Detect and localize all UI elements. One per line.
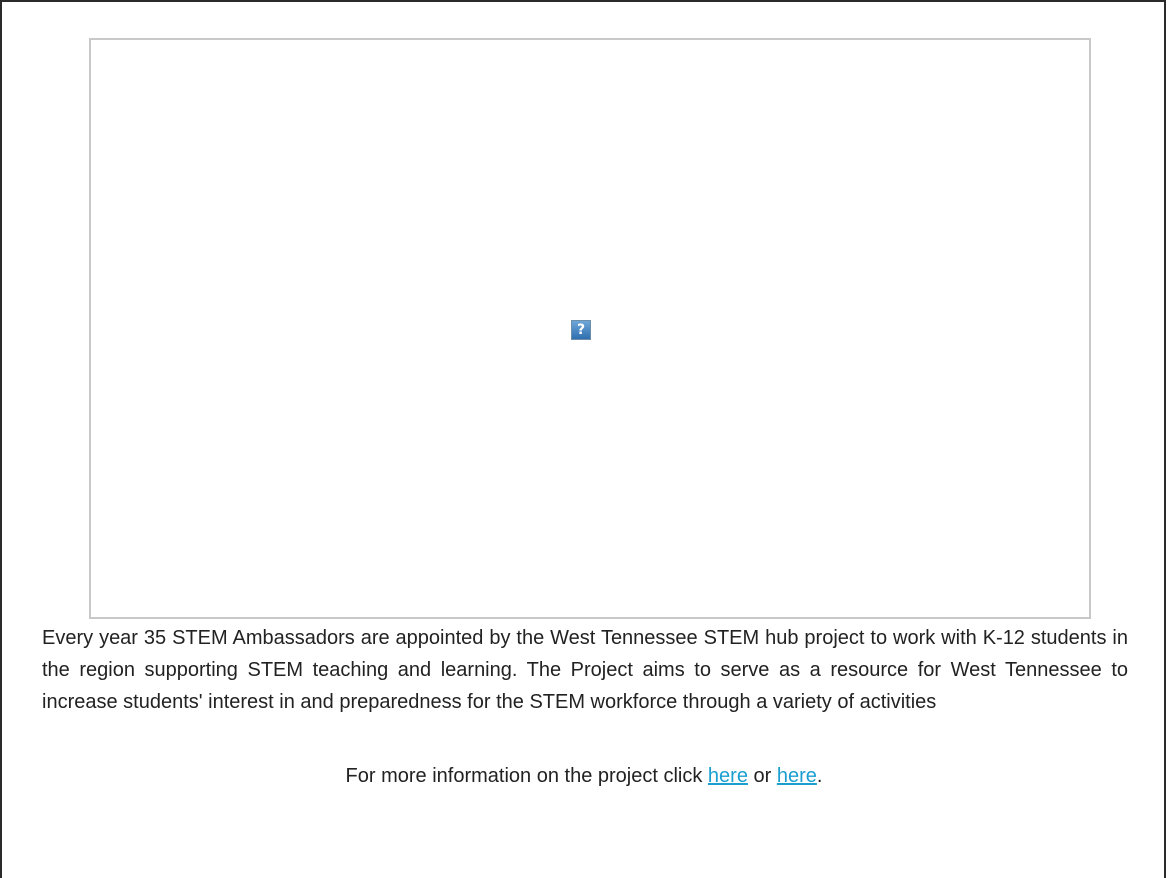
- more-info-line: For more information on the project clic…: [0, 760, 1168, 792]
- here-link-1[interactable]: here: [708, 765, 748, 787]
- more-info-suffix: .: [816, 765, 823, 787]
- more-info-prefix: For more information on the project clic…: [345, 765, 708, 787]
- more-info-separator: or: [747, 765, 777, 787]
- missing-image-icon: ?: [571, 320, 591, 340]
- here-link-2[interactable]: here: [777, 765, 817, 787]
- description-text: Every year 35 STEM Ambassadors are appoi…: [42, 627, 1128, 713]
- image-placeholder: ?: [89, 38, 1091, 619]
